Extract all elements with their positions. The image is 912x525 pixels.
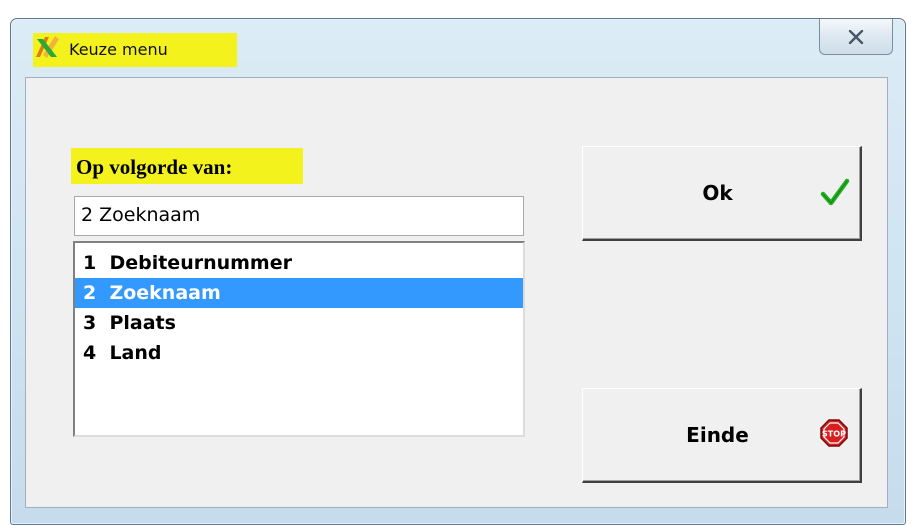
list-item[interactable]: 4 Land xyxy=(75,338,523,368)
stop-sign-icon: STOP xyxy=(820,419,848,447)
sort-order-label: Op volgorde van: xyxy=(76,155,233,179)
ok-button[interactable]: Ok xyxy=(582,146,862,241)
selected-sort-value: 2 Zoeknaam xyxy=(81,204,201,226)
list-item-selected[interactable]: 2 Zoeknaam xyxy=(75,278,523,308)
close-icon xyxy=(848,29,864,44)
title-bar[interactable]: Keuze menu xyxy=(11,19,905,77)
dialog-window: Keuze menu Op volgorde van: 2 Zoeknaam 1… xyxy=(10,18,906,525)
svg-text:STOP: STOP xyxy=(822,430,846,439)
einde-button[interactable]: Einde STOP xyxy=(582,388,862,483)
window-title: Keuze menu xyxy=(69,40,168,59)
checkmark-icon xyxy=(820,178,850,206)
einde-button-label: Einde xyxy=(686,423,749,447)
sort-options-list[interactable]: 1 Debiteurnummer 2 Zoeknaam 3 Plaats 4 L… xyxy=(73,241,525,437)
list-item[interactable]: 3 Plaats xyxy=(75,308,523,338)
ok-button-label: Ok xyxy=(702,181,733,205)
close-button[interactable] xyxy=(819,19,893,55)
dialog-client-area: Op volgorde van: 2 Zoeknaam 1 Debiteurnu… xyxy=(25,77,888,508)
app-icon xyxy=(36,36,59,58)
selected-sort-field[interactable]: 2 Zoeknaam xyxy=(74,196,524,236)
list-item[interactable]: 1 Debiteurnummer xyxy=(75,248,523,278)
